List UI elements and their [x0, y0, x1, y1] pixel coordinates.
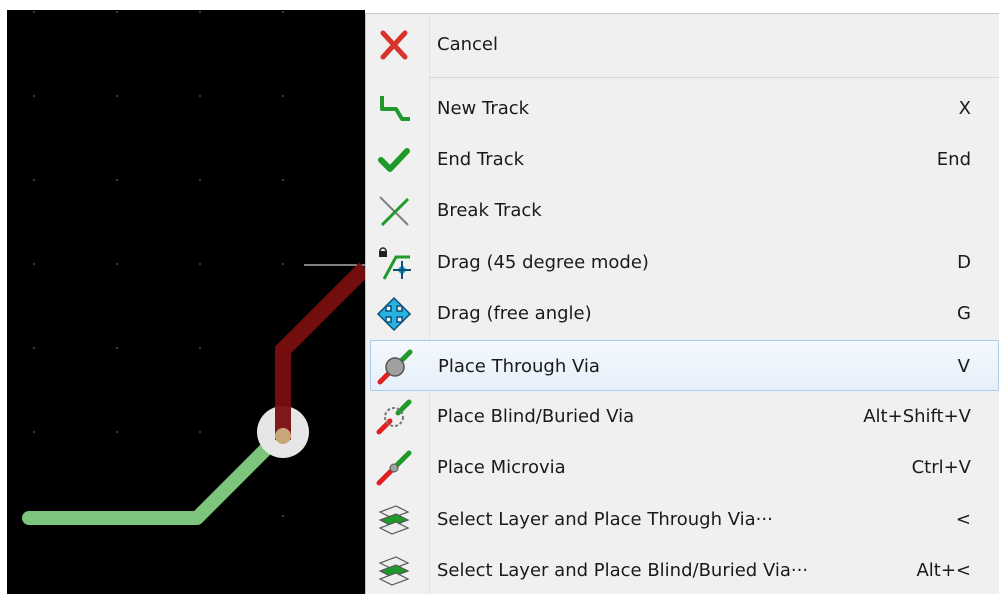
- break-track-icon: [379, 196, 410, 227]
- grid-dot: [282, 95, 284, 97]
- context-menu: Cancel New Track X End Track End Break T…: [365, 13, 999, 594]
- grid-dot: [199, 431, 201, 433]
- layer-stack-icon: [378, 505, 410, 535]
- grid-dot: [199, 95, 201, 97]
- menu-item-label: Break Track: [437, 200, 542, 221]
- menu-item-shortcut: Ctrl+V: [911, 457, 971, 478]
- grid-dot: [33, 179, 35, 181]
- grid-dot: [33, 95, 35, 97]
- grid-dot: [199, 347, 201, 349]
- grid-dot: [282, 11, 284, 13]
- grid-dot: [33, 431, 35, 433]
- grid-dot: [33, 11, 35, 13]
- menu-item-label: Drag (free angle): [437, 303, 592, 324]
- checkmark-icon: [378, 148, 410, 172]
- grid-dot: [116, 263, 118, 265]
- grid-dots: [33, 11, 284, 517]
- drag-45-icon: [379, 247, 411, 280]
- menu-item-select-layer-through-via[interactable]: Select Layer and Place Through Via··· <: [370, 494, 999, 545]
- menu-item-shortcut: Alt+Shift+V: [863, 406, 971, 427]
- menu-item-drag-45[interactable]: Drag (45 degree mode) D: [370, 237, 999, 288]
- menu-item-shortcut: V: [957, 356, 970, 377]
- via-hole: [275, 428, 291, 444]
- menu-item-place-blind-buried-via[interactable]: Place Blind/Buried Via Alt+Shift+V: [370, 391, 999, 442]
- track-green-bottom-layer[interactable]: [22, 425, 290, 525]
- menu-item-shortcut: End: [936, 149, 971, 170]
- cancel-x-icon: [380, 30, 408, 60]
- blind-via-icon: [376, 399, 412, 435]
- menu-item-label: Cancel: [437, 34, 498, 55]
- menu-item-break-track[interactable]: Break Track: [370, 185, 999, 236]
- grid-dot: [116, 95, 118, 97]
- menu-item-cancel[interactable]: Cancel: [370, 19, 999, 70]
- menu-item-place-microvia[interactable]: Place Microvia Ctrl+V: [370, 442, 999, 493]
- grid-dot: [199, 179, 201, 181]
- menu-item-label: New Track: [437, 98, 530, 119]
- menu-item-label: Place Through Via: [438, 356, 600, 377]
- menu-item-shortcut: D: [957, 252, 971, 273]
- menu-separator: [429, 77, 999, 78]
- menu-item-label: Select Layer and Place Through Via···: [437, 509, 773, 530]
- new-track-icon: [380, 96, 410, 121]
- menu-item-shortcut: Alt+<: [916, 560, 971, 581]
- menu-item-shortcut: X: [958, 98, 971, 119]
- grid-dot: [33, 347, 35, 349]
- menu-item-label: Place Microvia: [437, 457, 566, 478]
- grid-dot: [282, 263, 284, 265]
- grid-dot: [282, 179, 284, 181]
- grid-dot: [282, 515, 284, 517]
- grid-dot: [116, 431, 118, 433]
- grid-dot: [116, 347, 118, 349]
- menu-item-drag-free-angle[interactable]: Drag (free angle) G: [370, 288, 999, 339]
- menu-item-shortcut: <: [955, 509, 971, 530]
- grid-dot: [116, 179, 118, 181]
- pcb-canvas[interactable]: [7, 10, 365, 594]
- grid-dot: [116, 11, 118, 13]
- menu-item-end-track[interactable]: End Track End: [370, 134, 999, 185]
- microvia-icon: [376, 450, 412, 486]
- menu-item-place-through-via[interactable]: Place Through Via V: [370, 340, 999, 391]
- menu-item-label: Select Layer and Place Blind/Buried Via·…: [437, 560, 809, 581]
- menu-item-shortcut: G: [957, 303, 971, 324]
- pcb-board-svg[interactable]: [7, 10, 365, 594]
- menu-item-label: Drag (45 degree mode): [437, 252, 649, 273]
- layer-stack-icon: [378, 556, 410, 586]
- through-via-icon: [377, 349, 413, 385]
- menu-item-new-track[interactable]: New Track X: [370, 83, 999, 134]
- move-arrows-icon: [376, 296, 412, 332]
- grid-dot: [199, 11, 201, 13]
- menu-item-label: End Track: [437, 149, 525, 170]
- menu-item-label: Place Blind/Buried Via: [437, 406, 635, 427]
- grid-dot: [199, 263, 201, 265]
- menu-item-select-layer-blind-via[interactable]: Select Layer and Place Blind/Buried Via·…: [370, 545, 999, 596]
- grid-dot: [33, 263, 35, 265]
